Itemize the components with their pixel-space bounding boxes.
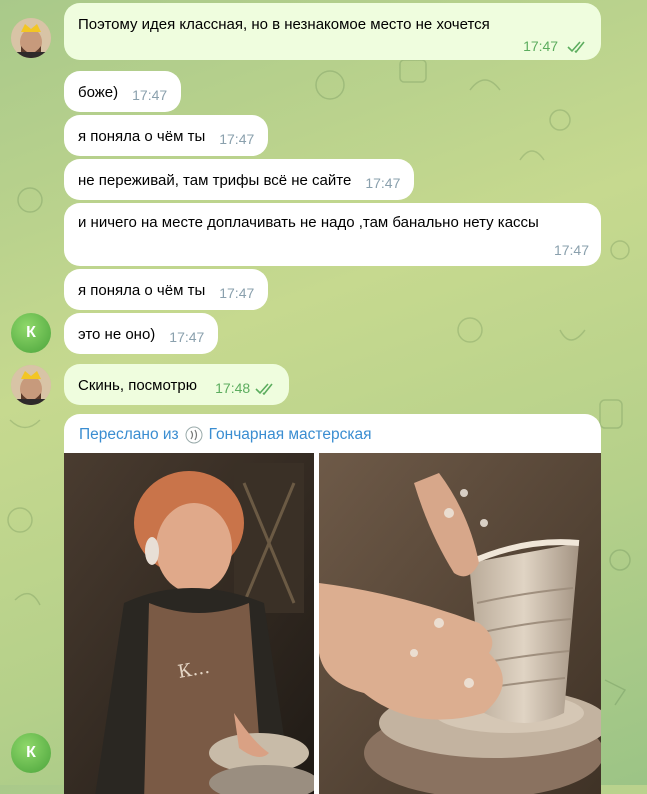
sender-avatar[interactable] — [11, 18, 51, 58]
avatar-letter: К — [26, 324, 36, 341]
message-text: не переживай, там трифы всё не сайте — [78, 172, 352, 189]
message-bubble-incoming[interactable]: я поняла о чём ты 17:47 — [64, 115, 269, 156]
message-text: боже) — [78, 84, 119, 101]
message-text: и ничего на месте доплачивать не надо ,т… — [78, 214, 539, 231]
message-text: это не оно) — [78, 326, 156, 343]
message-bubble-outgoing[interactable]: Поэтому идея классная, но в незнакомое м… — [64, 3, 601, 60]
message-text: я поняла о чём ты — [78, 282, 206, 299]
message-time: 17:47 — [365, 175, 401, 191]
message-text: я поняла о чём ты — [78, 128, 206, 145]
message-text: Скинь, посмотрю — [78, 377, 197, 394]
message-time: 17:47 — [219, 131, 255, 147]
message-time: 17:47 — [523, 38, 559, 54]
message-time: 17:47 — [132, 87, 168, 103]
message-bubble-incoming[interactable]: это не оно) 17:47 — [64, 313, 219, 354]
contact-avatar[interactable]: К — [11, 733, 51, 773]
man-avatar-icon — [11, 365, 51, 405]
album-photo-1[interactable]: К… — [64, 453, 314, 794]
avatar-letter: К — [26, 744, 36, 761]
album-photo-2[interactable] — [319, 453, 601, 794]
message-bubble-incoming[interactable]: боже) 17:47 — [64, 71, 182, 112]
contact-avatar[interactable]: К — [11, 313, 51, 353]
message-time: 17:47 — [169, 329, 205, 345]
message-bubble-incoming[interactable]: не переживай, там трифы всё не сайте 17:4… — [64, 159, 415, 200]
sender-avatar[interactable] — [11, 365, 51, 405]
double-check-icon — [567, 41, 585, 54]
man-avatar-icon — [11, 18, 51, 58]
potter-photo-image: К… — [64, 453, 314, 794]
channel-avatar-icon — [185, 426, 203, 444]
message-bubble-incoming[interactable]: и ничего на месте доплачивать не надо ,т… — [64, 203, 601, 266]
double-check-icon — [255, 383, 273, 396]
clay-hands-photo-image — [319, 453, 601, 794]
forwarded-prefix: Переслано из — [79, 426, 179, 443]
message-text: Поэтому идея классная, но в незнакомое м… — [78, 16, 490, 33]
forwarded-channel-name: Гончарная мастерская — [208, 426, 372, 443]
message-bubble-incoming[interactable]: я поняла о чём ты 17:47 — [64, 269, 269, 310]
message-bubble-outgoing[interactable]: Скинь, посмотрю 17:48 — [64, 364, 290, 405]
message-time: 17:48 — [215, 380, 251, 396]
message-time: 17:47 — [553, 242, 589, 258]
forwarded-message[interactable]: Переслано из Гончарная мастерская К… — [64, 414, 601, 794]
message-time: 17:47 — [219, 285, 255, 301]
forwarded-header[interactable]: Переслано из Гончарная мастерская — [79, 426, 371, 444]
